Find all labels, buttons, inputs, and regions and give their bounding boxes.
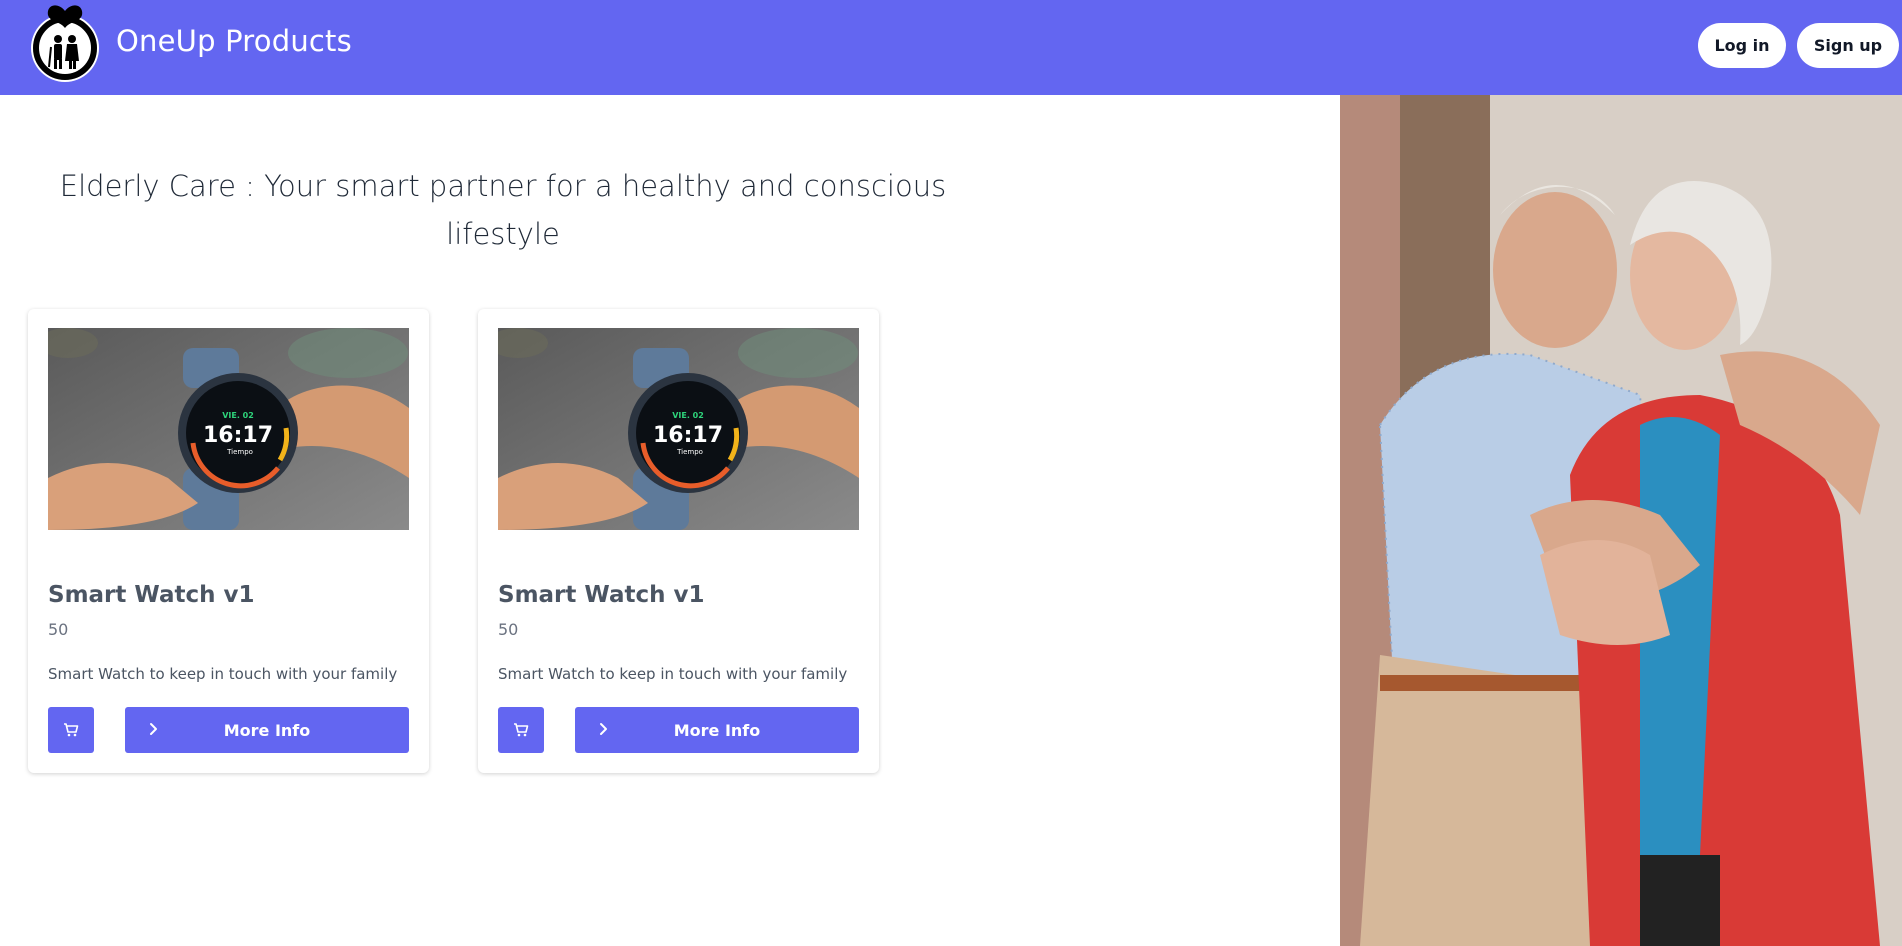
more-info-label: More Info	[673, 720, 761, 740]
top-navbar: OneUp Products Log in Sign up	[0, 0, 1902, 95]
login-button[interactable]: Log in	[1698, 23, 1786, 68]
watch-weather: Tiempo	[226, 448, 253, 456]
watch-time: 16:17	[653, 423, 723, 448]
brand-title[interactable]: OneUp Products	[116, 24, 352, 58]
product-card: VIE. 02 16:17 Tiempo Smart Watch v1 50 S…	[28, 309, 429, 773]
product-price: 50	[48, 620, 69, 639]
product-description: Smart Watch to keep in touch with your f…	[48, 665, 398, 683]
add-to-cart-button[interactable]	[48, 707, 94, 753]
more-info-label: More Info	[223, 720, 311, 740]
cart-icon	[64, 723, 79, 737]
watch-date: VIE. 02	[672, 411, 704, 420]
product-card: VIE. 02 16:17 Tiempo Smart Watch v1 50 S…	[478, 309, 879, 773]
watch-date: VIE. 02	[222, 411, 254, 420]
product-title: Smart Watch v1	[48, 582, 255, 608]
more-info-button[interactable]: More Info	[125, 707, 409, 753]
chevron-right-icon	[150, 723, 157, 735]
product-image: VIE. 02 16:17 Tiempo	[48, 328, 409, 530]
logo-icon[interactable]	[29, 1, 102, 83]
product-title: Smart Watch v1	[498, 582, 705, 608]
watch-weather: Tiempo	[676, 448, 703, 456]
product-price: 50	[498, 620, 519, 639]
product-image: VIE. 02 16:17 Tiempo	[498, 328, 859, 530]
watch-time: 16:17	[203, 423, 273, 448]
cart-icon	[514, 723, 529, 737]
hero-photo	[1340, 95, 1902, 946]
hero-tagline: Elderly Care : Your smart partner for a …	[59, 169, 947, 251]
add-to-cart-button[interactable]	[498, 707, 544, 753]
product-description: Smart Watch to keep in touch with your f…	[498, 665, 848, 683]
signup-button[interactable]: Sign up	[1797, 23, 1899, 68]
chevron-right-icon	[600, 723, 607, 735]
more-info-button[interactable]: More Info	[575, 707, 859, 753]
